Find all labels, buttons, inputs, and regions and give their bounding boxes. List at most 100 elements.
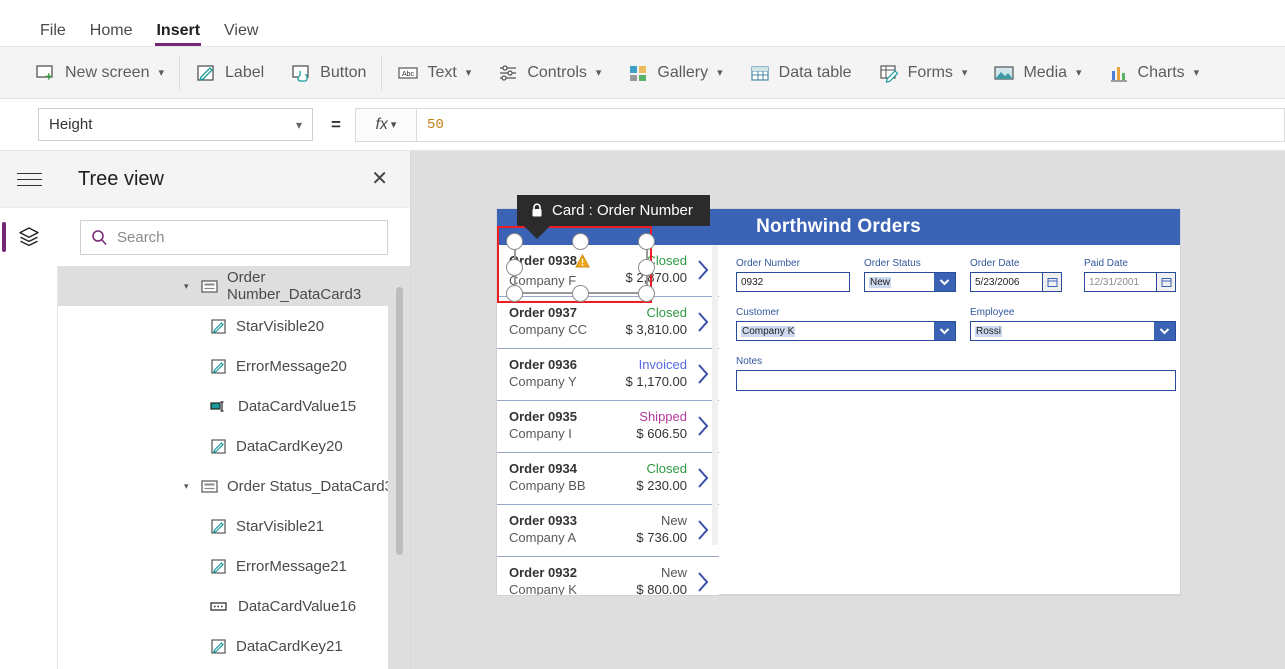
- chevron-right-icon[interactable]: [697, 467, 710, 489]
- ribbon-controls[interactable]: Controls ▾: [484, 47, 614, 98]
- property-selector-value: Height: [49, 116, 93, 133]
- gallery-item-company: Company I: [509, 426, 572, 441]
- gallery-item[interactable]: Order 0934 Company BB Closed $ 230.00: [497, 453, 719, 505]
- field-dropdown[interactable]: Company K: [736, 321, 956, 341]
- tree-item-order-status-datacard3[interactable]: ▾ Order Status_DataCard3: [58, 466, 410, 506]
- gallery-item[interactable]: Order 0932 Company K New $ 800.00: [497, 557, 719, 595]
- field-label: Order Status: [864, 258, 921, 269]
- menu-item-home[interactable]: Home: [78, 23, 145, 46]
- field-dropdown[interactable]: Rossi: [970, 321, 1176, 341]
- field-date[interactable]: 12/31/2001: [1084, 272, 1176, 292]
- tree-view-scrollbar-thumb[interactable]: [396, 287, 403, 555]
- ribbon-data-table-label: Data table: [778, 63, 852, 81]
- tree-item-datacardvalue16[interactable]: DataCardValue16: [58, 586, 410, 626]
- chevron-down-icon[interactable]: [934, 273, 955, 291]
- ribbon-text-label: Text: [427, 63, 457, 81]
- formula-input[interactable]: 50: [416, 107, 1285, 142]
- resize-handle-middle-left[interactable]: [506, 259, 523, 276]
- chevron-right-icon[interactable]: [697, 311, 710, 333]
- field-date[interactable]: 5/23/2006: [970, 272, 1062, 292]
- gallery-item[interactable]: Order 0937 Company CC Closed $ 3,810.00: [497, 297, 719, 349]
- chevron-down-icon[interactable]: [1154, 322, 1175, 340]
- field-order-number[interactable]: Order Number 0932: [736, 257, 850, 292]
- tree-item-starvisible21[interactable]: StarVisible21: [58, 506, 410, 546]
- fx-button[interactable]: fx ▾: [354, 107, 417, 142]
- orders-gallery[interactable]: Order 0938 Company F Closed $ 2,870.00 O…: [497, 209, 719, 595]
- close-icon[interactable]: ✕: [365, 165, 394, 193]
- field-input[interactable]: 0932: [736, 272, 850, 292]
- chevron-right-icon[interactable]: [697, 571, 710, 593]
- calendar-icon[interactable]: [1042, 273, 1061, 291]
- formula-equals-sign: =: [331, 114, 341, 134]
- calendar-icon[interactable]: [1156, 273, 1175, 291]
- app-screen[interactable]: Northwind Orders Order 0938 Company F Cl…: [497, 195, 1180, 595]
- resize-handle-bottom-right[interactable]: [638, 285, 655, 302]
- field-customer[interactable]: Customer Company K: [736, 306, 956, 341]
- resize-handle-bottom-center[interactable]: [572, 285, 589, 302]
- tree-view-list[interactable]: ▾ Order Number_DataCard3 StarVisible20 E…: [58, 266, 410, 669]
- tree-item-errormessage21[interactable]: ErrorMessage21: [58, 546, 410, 586]
- rail-item-tree-view[interactable]: [0, 208, 58, 266]
- resize-handle-middle-right[interactable]: [638, 259, 655, 276]
- menu-bar: File Home Insert View: [0, 0, 1285, 47]
- tree-item-datacardkey20[interactable]: DataCardKey20: [58, 426, 410, 466]
- field-input[interactable]: [736, 370, 1176, 391]
- gallery-item-company: Company K: [509, 582, 577, 595]
- gallery-item-status: Shipped: [639, 409, 687, 424]
- menu-item-insert[interactable]: Insert: [144, 23, 212, 46]
- resize-handle-top-center[interactable]: [572, 233, 589, 250]
- chevron-down-icon: ▾: [295, 117, 302, 132]
- ribbon-label[interactable]: Label: [182, 47, 277, 98]
- tree-item-errormessage20[interactable]: ErrorMessage20: [58, 346, 410, 386]
- ribbon-forms[interactable]: Forms ▾: [865, 47, 981, 98]
- property-selector[interactable]: Height ▾: [38, 108, 313, 141]
- collapse-caret-icon[interactable]: ▾: [184, 281, 194, 291]
- field-notes[interactable]: Notes: [736, 355, 1176, 391]
- warning-icon: [575, 253, 590, 272]
- chevron-down-icon[interactable]: [934, 322, 955, 340]
- field-paid-date[interactable]: Paid Date 12/31/2001: [1084, 257, 1176, 292]
- field-order-status[interactable]: Order Status New: [864, 257, 956, 292]
- collapse-caret-icon[interactable]: ▾: [184, 481, 194, 491]
- ribbon-new-screen[interactable]: New screen ▾: [22, 47, 177, 98]
- menu-item-view[interactable]: View: [212, 23, 270, 46]
- app-canvas[interactable]: Northwind Orders Order 0938 Company F Cl…: [411, 151, 1285, 669]
- order-edit-form[interactable]: Order Number 0932 Order Status New Order…: [719, 245, 1180, 595]
- field-employee[interactable]: Employee Rossi: [970, 306, 1176, 341]
- gallery-item[interactable]: Order 0938 Company F Closed $ 2,870.00: [497, 245, 719, 297]
- gallery-item-amount: $ 736.00: [636, 530, 687, 545]
- tree-item-datacardkey21[interactable]: DataCardKey21: [58, 626, 410, 666]
- gallery-scrollbar[interactable]: [712, 245, 718, 545]
- tree-item-starvisible20[interactable]: StarVisible20: [58, 306, 410, 346]
- gallery-item[interactable]: Order 0936 Company Y Invoiced $ 1,170.00: [497, 349, 719, 401]
- chevron-right-icon[interactable]: [697, 363, 710, 385]
- resize-handle-bottom-left[interactable]: [506, 285, 523, 302]
- field-dropdown[interactable]: New: [864, 272, 956, 292]
- ribbon-text[interactable]: Abc Text ▾: [384, 47, 484, 98]
- resize-handle-top-right[interactable]: [638, 233, 655, 250]
- ribbon-divider: [179, 55, 181, 90]
- menu-item-file[interactable]: File: [28, 23, 78, 46]
- ribbon-button[interactable]: Button: [277, 47, 379, 98]
- selection-tooltip-text: Card : Order Number: [552, 202, 693, 219]
- hamburger-menu-button[interactable]: [0, 151, 58, 208]
- gallery-item[interactable]: Order 0933 Company A New $ 736.00: [497, 505, 719, 557]
- gallery-item[interactable]: Order 0935 Company I Shipped $ 606.50: [497, 401, 719, 453]
- chevron-right-icon[interactable]: [697, 415, 710, 437]
- label-icon: [195, 62, 217, 84]
- ribbon-charts[interactable]: Charts ▾: [1095, 47, 1213, 98]
- app-title: Northwind Orders: [756, 216, 921, 237]
- search-input[interactable]: Search: [80, 219, 388, 255]
- field-value: 0932: [741, 276, 764, 288]
- tree-item-datacardvalue15[interactable]: DataCardValue15: [58, 386, 410, 426]
- resize-handle-top-left[interactable]: [506, 233, 523, 250]
- ribbon-data-table[interactable]: Data table: [736, 47, 865, 98]
- controls-sliders-icon: [497, 62, 519, 84]
- label-control-icon: [210, 638, 227, 655]
- tree-item-order-number-datacard3[interactable]: ▾ Order Number_DataCard3: [58, 266, 410, 306]
- chevron-right-icon[interactable]: [697, 519, 710, 541]
- chevron-right-icon[interactable]: [697, 259, 710, 281]
- ribbon-media[interactable]: Media ▾: [980, 47, 1094, 98]
- ribbon-gallery[interactable]: Gallery ▾: [614, 47, 735, 98]
- field-order-date[interactable]: Order Date 5/23/2006: [970, 257, 1062, 292]
